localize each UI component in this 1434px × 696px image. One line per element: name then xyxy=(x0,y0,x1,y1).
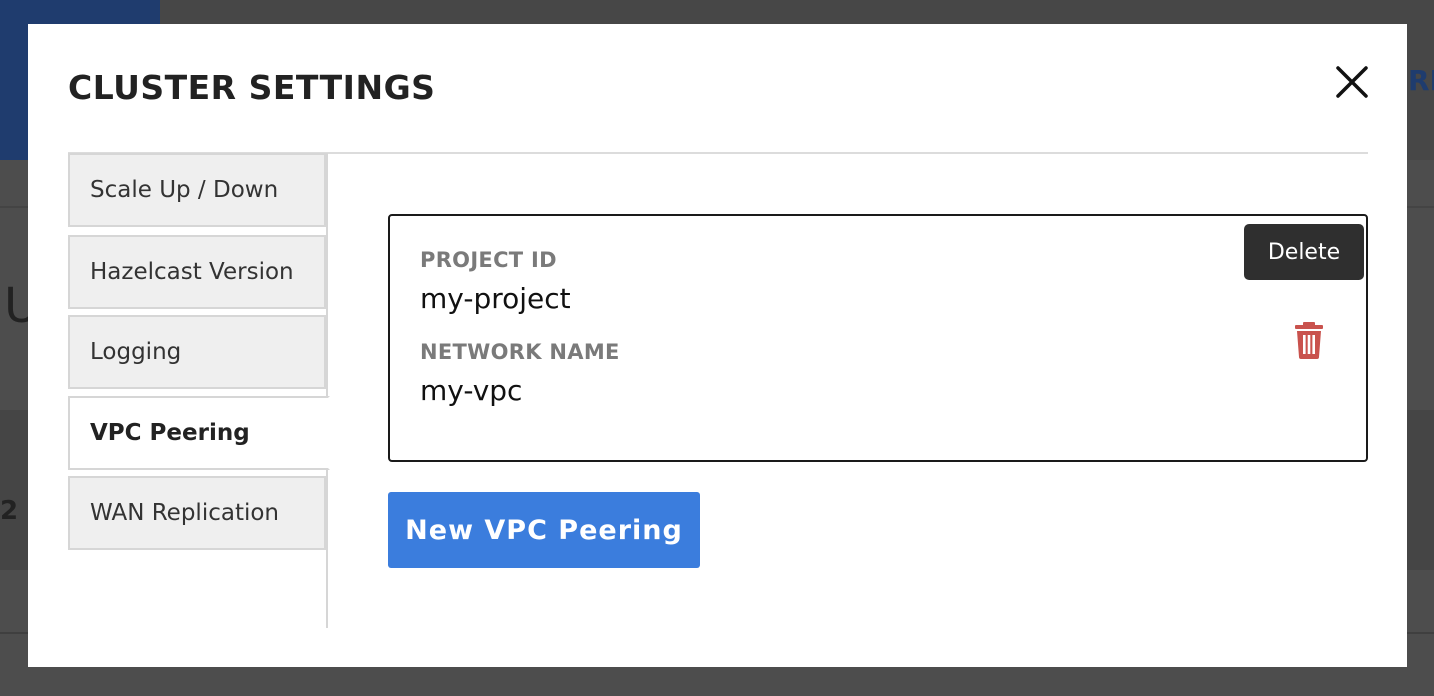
network-name-label: NETWORK NAME xyxy=(420,340,620,364)
new-vpc-peering-button[interactable]: New VPC Peering xyxy=(388,492,700,568)
modal-title: CLUSTER SETTINGS xyxy=(68,68,436,107)
tab-vpc-peering[interactable]: VPC Peering xyxy=(68,396,330,470)
project-id-label: PROJECT ID xyxy=(420,248,557,272)
network-name-value: my-vpc xyxy=(420,374,523,407)
delete-peering-button[interactable] xyxy=(1292,320,1326,360)
trash-icon xyxy=(1295,322,1323,359)
settings-tabs: Scale Up / Down Hazelcast Version Loggin… xyxy=(68,153,330,628)
tabs-divider xyxy=(326,153,328,628)
close-button[interactable] xyxy=(1330,60,1374,104)
tab-wan-replication[interactable]: WAN Replication xyxy=(68,476,326,550)
close-icon xyxy=(1336,66,1368,98)
delete-tooltip: Delete xyxy=(1244,224,1364,280)
cluster-settings-modal: CLUSTER SETTINGS Scale Up / Down Hazelca… xyxy=(28,24,1407,667)
project-id-value: my-project xyxy=(420,282,571,315)
tab-logging[interactable]: Logging xyxy=(68,315,326,389)
tab-hazelcast-version[interactable]: Hazelcast Version xyxy=(68,235,326,309)
tab-scale-up-down[interactable]: Scale Up / Down xyxy=(68,153,326,227)
background-text-fragment: RIS xyxy=(1408,64,1434,97)
vpc-peering-card: PROJECT ID my-project NETWORK NAME my-vp… xyxy=(388,214,1368,462)
background-text-fragment: 2 xyxy=(0,496,19,526)
